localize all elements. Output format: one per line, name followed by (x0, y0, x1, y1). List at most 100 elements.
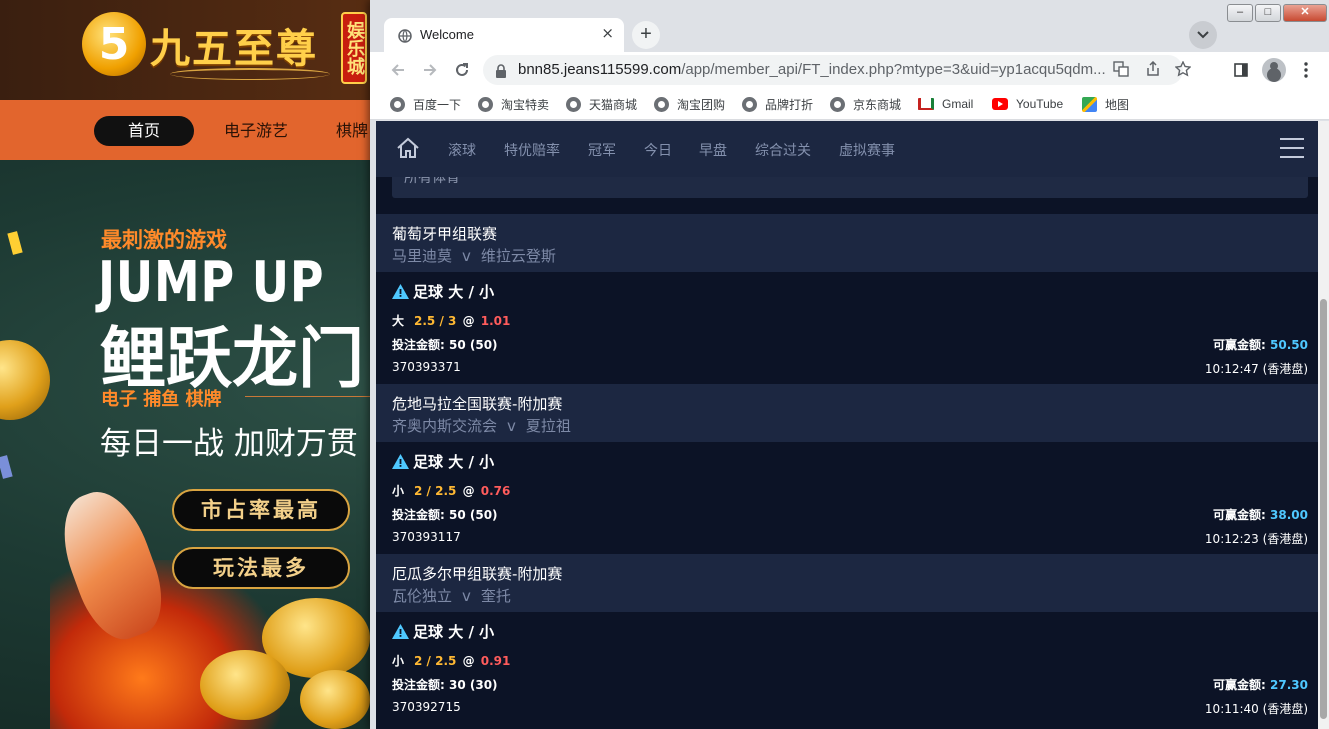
page-scrollbar[interactable] (1318, 121, 1329, 729)
ticket-id: 370392715 (392, 700, 461, 714)
coin-icon (200, 650, 290, 720)
match-teams: 马里迪莫 v 维拉云登斯 (392, 247, 556, 265)
bet-record: 足球 大 / 小 大 2.5 / 3 @ 1.01 投注金额: 50 (50) 可… (376, 272, 1324, 384)
side-panel-icon[interactable] (1231, 60, 1251, 80)
warning-icon (392, 454, 409, 469)
share-icon[interactable] (1145, 60, 1161, 81)
stake-amount: 投注金额: 50 (50) (392, 338, 498, 352)
scrollbar-thumb[interactable] (1320, 299, 1327, 719)
app-nav-bar: 滚球 特优赔率 冠军 今日 早盘 综合过关 虚拟赛事 (376, 121, 1324, 177)
youtube-icon (992, 98, 1008, 110)
tab-search-button[interactable] (1189, 21, 1217, 49)
coin-icon (300, 670, 370, 729)
bookmark-taobao-sale[interactable]: 淘宝特卖 (478, 95, 549, 113)
warning-icon (392, 624, 409, 639)
win-amount: 可赢金额: 50.50 (1213, 338, 1308, 352)
match-teams: 齐奥内斯交流会 v 夏拉祖 (392, 417, 571, 435)
bet-selection: 小2 / 2.5 @ 0.76 (392, 484, 511, 498)
warning-icon (392, 284, 409, 299)
bet-type: 足球 大 / 小 (392, 451, 494, 472)
reload-icon[interactable] (452, 60, 472, 80)
casino-nav-home[interactable]: 首页 (94, 116, 195, 146)
most-games-button[interactable]: 玩法最多 (172, 547, 350, 589)
market-share-button[interactable]: 市占率最高 (172, 489, 350, 531)
bet-type: 足球 大 / 小 (392, 281, 494, 302)
globe-icon (398, 28, 412, 47)
nav-special-odds[interactable]: 特优赔率 (504, 140, 560, 160)
bookmark-taobao-group[interactable]: 淘宝团购 (654, 95, 725, 113)
bookmark-tmall[interactable]: 天猫商城 (566, 95, 637, 113)
league-name: 葡萄牙甲组联赛 (392, 225, 498, 243)
bet-time: 10:12:47 (香港盘) (1204, 362, 1308, 376)
tab-strip: Welcome × + – □ ✕ (370, 0, 1329, 52)
translate-icon[interactable] (1113, 61, 1129, 81)
window-controls: – □ ✕ (1227, 0, 1329, 26)
casino-logo-icon: 5 (82, 12, 146, 76)
url-text: bnn85.jeans115599.com/app/member_api/FT_… (518, 61, 1106, 78)
casino-nav-cards[interactable]: 棋牌 (336, 116, 368, 146)
new-tab-button[interactable]: + (632, 21, 660, 49)
nav-live[interactable]: 滚球 (448, 140, 476, 160)
nav-champion[interactable]: 冠军 (588, 140, 616, 160)
league-name: 厄瓜多尔甲组联赛-附加赛 (392, 565, 563, 583)
maximize-button[interactable]: □ (1255, 4, 1281, 22)
bet-record: 足球 大 / 小 小2 / 2.5 @ 0.91 投注金额: 30 (30) 可… (376, 612, 1324, 724)
bookmark-youtube[interactable]: YouTube (992, 95, 1063, 113)
casino-nav-slots[interactable]: 电子游艺 (224, 116, 288, 146)
bookmarks-bar: 百度一下 淘宝特卖 天猫商城 淘宝团购 品牌打折 京东商城 Gmail YouT… (370, 88, 1329, 120)
bookmark-jd[interactable]: 京东商城 (830, 95, 901, 113)
casino-logo-text: 九五至尊 (150, 26, 318, 72)
stake-amount: 投注金额: 30 (30) (392, 678, 498, 692)
address-bar[interactable]: bnn85.jeans115599.com/app/member_api/FT_… (483, 55, 1192, 85)
bet-record: 足球 大 / 小 小2 / 2.5 @ 0.76 投注金额: 50 (50) 可… (376, 442, 1324, 554)
stake-amount: 投注金额: 50 (50) (392, 508, 498, 522)
bookmark-gmail[interactable]: Gmail (918, 95, 973, 113)
profile-avatar[interactable] (1262, 58, 1286, 82)
lock-icon[interactable] (495, 63, 507, 82)
back-icon[interactable] (388, 60, 408, 80)
hamburger-menu-icon[interactable] (1280, 138, 1304, 158)
bookmark-maps[interactable]: 地图 (1082, 95, 1129, 113)
tab-welcome[interactable]: Welcome × (384, 18, 624, 52)
bet-time: 10:12:23 (香港盘) (1204, 532, 1308, 546)
globe-icon (478, 96, 493, 112)
bookmark-brand-discount[interactable]: 品牌打折 (742, 95, 813, 113)
nav-virtual[interactable]: 虚拟赛事 (839, 140, 895, 160)
gmail-icon (918, 98, 934, 110)
page-content: 所有体育 滚球 特优赔率 冠军 今日 早盘 综合过关 虚拟赛事 葡萄牙甲组联赛 … (376, 121, 1324, 729)
win-amount: 可赢金额: 38.00 (1213, 508, 1308, 522)
bet-type: 足球 大 / 小 (392, 621, 494, 642)
more-menu-icon[interactable] (1296, 60, 1316, 80)
bet-selection: 大 2.5 / 3 @ 1.01 (392, 314, 511, 328)
globe-icon (390, 96, 405, 112)
close-window-button[interactable]: ✕ (1283, 4, 1327, 22)
match-header: 葡萄牙甲组联赛 马里迪莫 v 维拉云登斯 (376, 214, 1324, 272)
bet-selection: 小2 / 2.5 @ 0.91 (392, 654, 511, 668)
hero-slogan: 每日一战 加财万贯 (100, 426, 358, 462)
logo-ornament (170, 68, 330, 80)
globe-icon (830, 96, 845, 112)
globe-icon (742, 96, 757, 112)
nav-today[interactable]: 今日 (644, 140, 672, 160)
nav-parlay[interactable]: 综合过关 (755, 140, 811, 160)
hero-categories: 电子 捕鱼 棋牌 (101, 389, 222, 410)
win-amount: 可赢金额: 27.30 (1213, 678, 1308, 692)
chevron-down-icon (1197, 31, 1209, 39)
bookmark-baidu[interactable]: 百度一下 (390, 95, 461, 113)
globe-icon (654, 96, 669, 112)
match-header: 厄瓜多尔甲组联赛-附加赛 瓦伦独立 v 奎托 (376, 554, 1324, 612)
browser-toolbar: bnn85.jeans115599.com/app/member_api/FT_… (370, 52, 1329, 88)
minimize-button[interactable]: – (1227, 4, 1253, 22)
match-header: 危地马拉全国联赛-附加赛 齐奥内斯交流会 v 夏拉祖 (376, 384, 1324, 442)
logo-badge: 娱乐城 (341, 12, 367, 84)
globe-icon (566, 96, 581, 112)
bookmark-star-icon[interactable] (1174, 60, 1192, 81)
ticket-id: 370393117 (392, 530, 461, 544)
tab-title: Welcome (420, 27, 474, 42)
forward-icon[interactable] (420, 60, 440, 80)
ticket-id: 370393371 (392, 360, 461, 374)
browser-window: Welcome × + – □ ✕ bnn85.jeans115599.com/… (370, 0, 1329, 729)
tab-close-icon[interactable]: × (601, 24, 614, 42)
nav-early[interactable]: 早盘 (699, 140, 727, 160)
home-icon[interactable] (396, 137, 420, 163)
